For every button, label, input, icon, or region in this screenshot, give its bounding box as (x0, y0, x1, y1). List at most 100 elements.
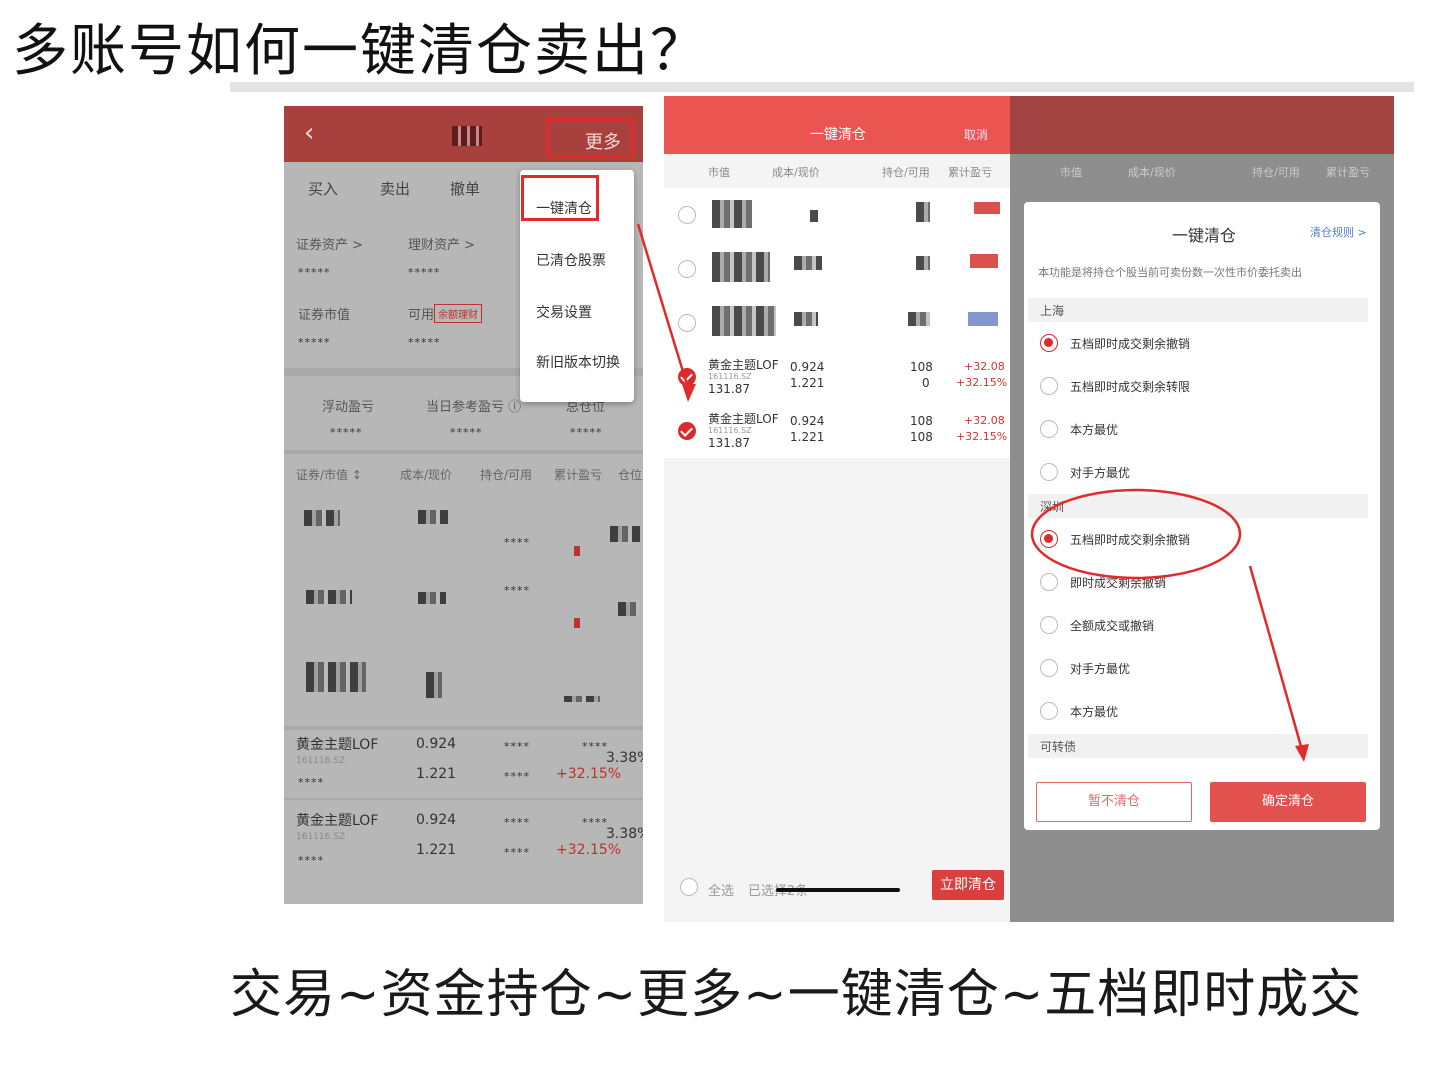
masked-pl (564, 696, 600, 702)
masked-value: **** (504, 584, 530, 597)
masked-position (916, 202, 930, 222)
masked-ratio (610, 526, 640, 542)
select-checkbox[interactable] (678, 260, 696, 278)
radio-icon (1040, 702, 1058, 720)
masked-name (712, 252, 770, 282)
holding-price: 1.221 (790, 376, 825, 390)
column-header-position: 持仓/可用 (1252, 166, 1300, 179)
market-value-label: 证券市值 (298, 308, 351, 323)
one-click-clear-list-screen: 一键清仓 取消 市值 成本/现价 持仓/可用 累计盈亏 黄金主题LOF 1611… (664, 96, 1010, 922)
masked-value: **** (504, 816, 530, 829)
radio-icon (1040, 530, 1058, 548)
masked-position (908, 312, 930, 326)
radio-icon (1040, 420, 1058, 438)
holding-cost: 0.924 (790, 360, 825, 374)
menu-item-trade-settings[interactable]: 交易设置 (536, 302, 592, 322)
holding-available: 0 (922, 376, 930, 390)
masked-pl (574, 618, 580, 628)
holding-code: 161116.SZ (708, 426, 752, 435)
tab-sell[interactable]: 卖出 (380, 178, 410, 199)
column-header-cost: 成本/现价 (772, 166, 820, 179)
select-checkbox[interactable] (678, 422, 696, 440)
cancel-button[interactable]: 取消 (964, 126, 988, 143)
header-bar: ‹ 更多 (284, 106, 643, 162)
holding-name: 黄金主题LOF (708, 412, 779, 426)
select-all-checkbox[interactable] (680, 878, 698, 896)
column-header-position: 持仓/可用 (882, 166, 930, 179)
section-convertible-bond: 可转债 (1028, 734, 1368, 758)
masked-value: ***** (298, 266, 331, 279)
dialog-description: 本功能是将持仓个股当前可卖份数一次性市价委托卖出 (1038, 266, 1302, 279)
masked-value: ***** (570, 426, 603, 439)
more-button[interactable]: 更多 (546, 118, 634, 158)
tab-buy[interactable]: 买入 (308, 178, 338, 199)
available-label: 可用 (408, 308, 435, 323)
holding-position: 108 (910, 360, 933, 374)
masked-value: **** (504, 770, 530, 783)
select-checkbox[interactable] (678, 206, 696, 224)
masked-cost (418, 592, 446, 604)
masked-cost (794, 312, 818, 326)
holding-cost: 0.924 (790, 414, 825, 428)
option-label: 全额成交或撤销 (1070, 619, 1155, 633)
masked-value: **** (298, 776, 324, 789)
option-label: 本方最优 (1070, 423, 1119, 437)
masked-name (304, 510, 340, 526)
option-label: 本方最优 (1070, 705, 1119, 719)
masked-cost (794, 256, 822, 270)
holding-pl-pct: +32.15% (556, 842, 622, 858)
masked-pl (968, 312, 998, 326)
today-pl-label: 当日参考盈亏 ⓘ (426, 400, 522, 415)
select-checkbox[interactable] (678, 368, 696, 386)
option-label: 对手方最优 (1070, 466, 1131, 480)
masked-ratio (618, 602, 640, 616)
securities-assets-link[interactable]: 证券资产 > (296, 234, 363, 253)
select-all-label[interactable]: 全选 (708, 880, 734, 899)
home-indicator (776, 888, 900, 892)
option-label: 五档即时成交剩余撤销 (1070, 337, 1191, 351)
masked-name (712, 200, 752, 228)
column-header-cost: 成本/现价 (1128, 166, 1176, 179)
masked-value: **** (582, 816, 608, 829)
divider (284, 798, 643, 800)
column-header-ratio: 仓位 (618, 468, 643, 482)
holding-pl-pct: +32.15% (956, 376, 1008, 389)
holding-name: 黄金主题LOF (296, 737, 379, 753)
header-bar (1010, 96, 1394, 154)
column-header-position: 持仓/可用 (480, 468, 533, 482)
not-now-button[interactable]: 暂不清仓 (1036, 782, 1192, 822)
holding-code: 161116.SZ (296, 756, 346, 766)
masked-value: **** (582, 740, 608, 753)
masked-name (306, 662, 366, 692)
divider (284, 450, 643, 454)
header-bar: 一键清仓 取消 (664, 96, 1010, 154)
divider (230, 82, 1414, 92)
radio-icon (1040, 377, 1058, 395)
masked-value: ***** (408, 336, 441, 349)
holding-cost: 0.924 (416, 736, 457, 752)
clear-now-button[interactable]: 立即清仓 (932, 870, 1004, 900)
menu-item-cleared-stocks[interactable]: 已清仓股票 (536, 250, 606, 270)
financial-assets-link[interactable]: 理财资产 > (408, 234, 475, 253)
holding-price: 1.221 (416, 842, 457, 858)
balance-badge[interactable]: 余额理财 (434, 304, 482, 323)
holding-ratio: 3.38% (606, 750, 643, 766)
menu-item-version-switch[interactable]: 新旧版本切换 (536, 352, 620, 372)
radio-icon (1040, 659, 1058, 677)
divider (284, 726, 643, 730)
clear-dialog: 一键清仓 清仓规则 > 本功能是将持仓个股当前可卖份数一次性市价委托卖出 上海 … (1024, 202, 1380, 830)
column-header-pl: 累计盈亏 (948, 166, 992, 179)
chevron-left-icon[interactable]: ‹ (304, 118, 314, 148)
holding-name: 黄金主题LOF (708, 358, 779, 372)
column-header-security[interactable]: 证券/市值 ↕ (296, 466, 362, 483)
masked-value: ***** (408, 266, 441, 279)
logo-icon (452, 126, 482, 146)
section-shenzhen: 深圳 (1028, 494, 1368, 518)
confirm-clear-button[interactable]: 确定清仓 (1210, 782, 1366, 822)
masked-value: ***** (298, 336, 331, 349)
tab-cancel-order[interactable]: 撤单 (450, 178, 480, 199)
masked-name (712, 306, 776, 336)
clear-rules-link[interactable]: 清仓规则 > (1310, 224, 1367, 240)
column-header-value: 市值 (1060, 166, 1082, 179)
select-checkbox[interactable] (678, 314, 696, 332)
